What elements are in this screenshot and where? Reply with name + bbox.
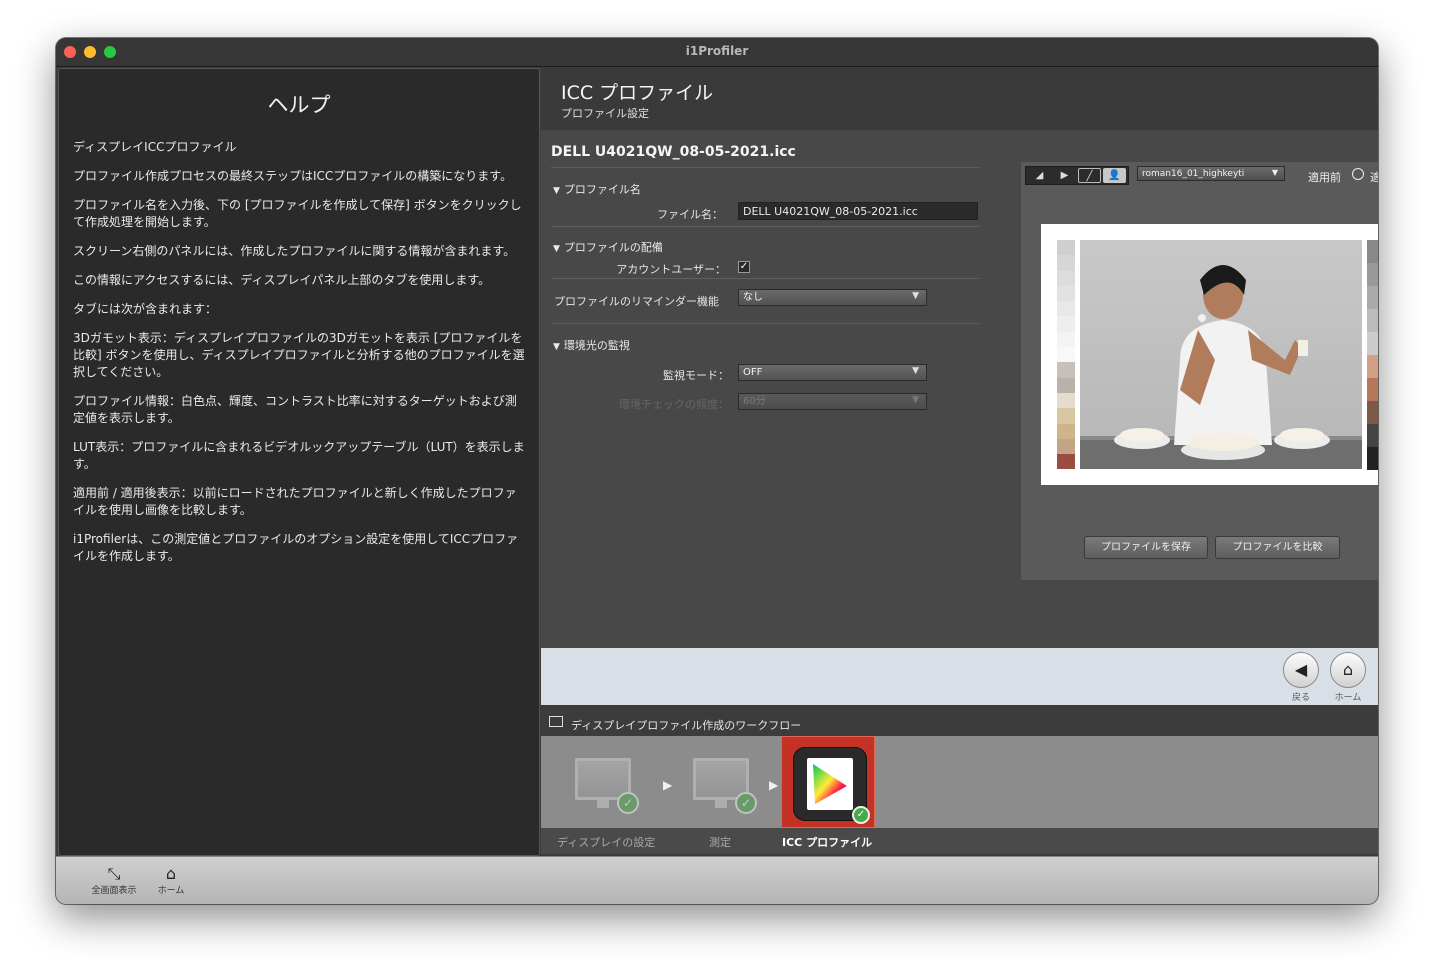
page-subtitle: プロファイル設定	[561, 107, 649, 120]
help-paragraph: LUT表示：プロファイルに含まれるビデオルックアップテーブル（LUT）を表示しま…	[73, 440, 525, 471]
reminder-select[interactable]: なし ▼	[738, 289, 927, 306]
disclosure-triangle-icon: ▼	[553, 244, 560, 254]
window-title: i1Profiler	[685, 44, 749, 58]
fullscreen-icon: ⤡	[107, 864, 121, 883]
divider	[551, 226, 979, 227]
fullscreen-button[interactable]: ⤡ 全画面表示	[86, 864, 142, 897]
navigation-strip: ◀ 戻る ⌂ ホーム	[541, 648, 1378, 705]
divider	[551, 167, 979, 168]
help-paragraph: この情報にアクセスするには、ディスプレイパネル上部のタブを使用します。	[73, 273, 491, 287]
preview-photo	[1080, 240, 1362, 469]
before-label: 適用前	[1308, 171, 1341, 184]
chevron-down-icon: ▼	[1271, 168, 1278, 177]
icc-profile-step[interactable]: ✓	[781, 736, 875, 828]
view-tab-group: ◢ ▶ ╱ 👤	[1025, 166, 1129, 185]
divider	[551, 323, 979, 324]
back-label: 戻る	[1291, 693, 1310, 703]
bottom-bar: ⤡ 全画面表示 ⌂ ホーム	[56, 856, 1378, 904]
step-label-icc-profile[interactable]: ICC プロファイル	[782, 834, 872, 850]
check-icon: ✓	[617, 792, 639, 814]
color-patch-strip	[1057, 240, 1075, 470]
page-header: ICC プロファイル プロファイル設定	[541, 68, 1378, 130]
account-user-label: アカウントユーザー：	[616, 263, 726, 276]
preview-panel: ◢ ▶ ╱ 👤 roman16_01_highkeyti▼ 適用前 適用後	[1021, 162, 1378, 580]
home-button[interactable]: ⌂	[1330, 652, 1366, 688]
preview-image-frame	[1041, 224, 1378, 485]
monitor-mode-label: 監視モード：	[663, 369, 729, 382]
measure-step[interactable]: ✓	[693, 758, 757, 814]
gamut-view-icon[interactable]: ◢	[1028, 168, 1051, 183]
profile-settings-panel: DELL U4021QW_08-05-2021.icc ▼ プロファイル名 ファイ…	[541, 130, 1378, 648]
help-paragraph: プロファイル名を入力後、下の [プロファイルを作成して保存] ボタンをクリックし…	[73, 198, 522, 229]
after-label: 適用後	[1370, 171, 1378, 184]
profile-filename-title: DELL U4021QW_08-05-2021.icc	[551, 144, 796, 160]
account-user-checkbox[interactable]: ✓	[738, 261, 750, 273]
chevron-down-icon: ▼	[912, 291, 919, 301]
back-arrow-icon: ◀	[1294, 660, 1308, 679]
page-title: ICC プロファイル	[561, 82, 714, 104]
chevron-down-icon: ▼	[912, 395, 919, 405]
step-arrow-icon: ▶	[769, 778, 779, 792]
help-paragraph: 適用前 / 適用後表示：以前にロードされたプロファイルと新しく作成したプロファイ…	[73, 486, 517, 517]
info-view-icon[interactable]: ▶	[1053, 168, 1076, 183]
workflow-header: ディスプレイプロファイル作成のワークフロー	[541, 713, 1378, 735]
color-patch-strip-right	[1367, 240, 1378, 470]
title-bar: i1Profiler	[56, 38, 1378, 67]
home-label: ホーム	[1334, 693, 1362, 703]
check-frequency-select: 60分 ▼	[738, 393, 927, 410]
help-paragraph: タブには次が含まれます：	[73, 302, 218, 316]
help-panel: ヘルプ ディスプレイICCプロファイル プロファイル作成プロセスの最終ステップは…	[58, 68, 540, 856]
home-icon: ⌂	[165, 864, 177, 883]
check-frequency-label: 環境チェックの頻度：	[619, 398, 729, 411]
help-paragraph: ディスプレイICCプロファイル	[73, 140, 237, 154]
app-window: i1Profiler ヘルプ ディスプレイICCプロファイル プロファイル作成プ…	[56, 38, 1378, 904]
check-icon: ✓	[735, 792, 757, 814]
file-name-label: ファイル名：	[657, 208, 723, 221]
step-label-measure[interactable]: 測定	[709, 834, 731, 850]
help-paragraph: i1Profilerは、この測定値とプロファイルのオプション設定を使用してICC…	[73, 532, 519, 563]
section-profile-name[interactable]: ▼ プロファイル名	[553, 181, 641, 197]
bottom-home-button[interactable]: ⌂ ホーム	[154, 864, 188, 897]
home-icon: ⌂	[1342, 660, 1354, 679]
before-after-view-icon[interactable]: 👤	[1103, 168, 1126, 183]
before-radio[interactable]	[1352, 168, 1364, 180]
image-select[interactable]: roman16_01_highkeyti ▼	[1137, 166, 1285, 181]
back-button[interactable]: ◀	[1283, 652, 1319, 688]
lut-curve-icon[interactable]: ╱	[1078, 168, 1101, 183]
chevron-down-icon: ▼	[912, 366, 919, 376]
help-paragraph: 3Dガモット表示：ディスプレイプロファイルの3Dガモットを表示 [プロファイルを…	[73, 331, 525, 379]
help-body: ディスプレイICCプロファイル プロファイル作成プロセスの最終ステップはICCプ…	[73, 139, 525, 577]
help-paragraph: プロファイル情報：白色点、輝度、コントラスト比率に対するターゲットおよび測定値を…	[73, 394, 517, 425]
save-profile-button[interactable]: プロファイルを保存	[1084, 536, 1208, 559]
disclosure-triangle-icon: ▼	[553, 186, 560, 196]
reminder-label: プロファイルのリマインダー機能	[554, 295, 719, 308]
file-name-input[interactable]	[738, 202, 978, 220]
display-settings-step[interactable]: ✓	[575, 758, 639, 814]
icc-profile-icon: ✓	[793, 747, 870, 824]
step-label-display-settings[interactable]: ディスプレイの設定	[557, 834, 655, 850]
section-profile-distribution[interactable]: ▼ プロファイルの配備	[553, 239, 663, 255]
help-heading: ヘルプ	[267, 93, 331, 117]
monitor-mode-select[interactable]: OFF ▼	[738, 364, 927, 381]
check-icon: ✓	[852, 806, 870, 824]
step-arrow-icon: ▶	[663, 778, 673, 792]
compare-profile-button[interactable]: プロファイルを比較	[1215, 536, 1340, 559]
disclosure-triangle-icon: ▼	[553, 342, 560, 352]
section-ambient-monitoring[interactable]: ▼ 環境光の監視	[553, 337, 630, 353]
help-paragraph: スクリーン右側のパネルには、作成したプロファイルに関する情報が含まれます。	[73, 244, 516, 258]
workflow-title: ディスプレイプロファイル作成のワークフロー	[571, 719, 802, 732]
workflow-labels: ディスプレイの設定 測定 ICC プロファイル	[541, 828, 1378, 854]
help-paragraph: プロファイル作成プロセスの最終ステップはICCプロファイルの構築になります。	[73, 169, 513, 183]
monitor-icon	[549, 716, 563, 727]
workflow-steps: ✓ ▶ ✓ ▶ ✓ ディスプレイの設定 測定 ICC プロファイル	[541, 736, 1378, 854]
divider	[551, 278, 979, 279]
preview-toolbar: ◢ ▶ ╱ 👤 roman16_01_highkeyti▼ 適用前 適用後	[1025, 164, 1378, 186]
